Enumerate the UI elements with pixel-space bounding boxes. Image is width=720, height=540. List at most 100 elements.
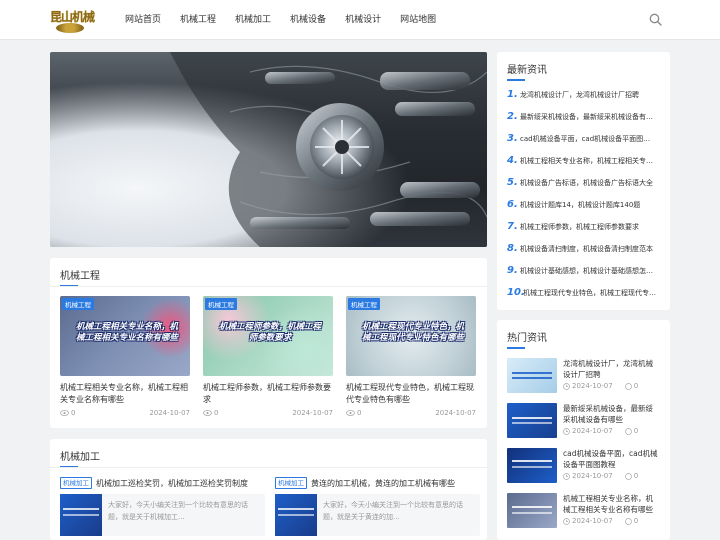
comment-icon	[624, 382, 632, 390]
news-link[interactable]: 机械工程现代专业特色，机械工程现代专业特色有哪些	[523, 288, 657, 298]
hot-article-thumbnail[interactable]	[507, 493, 557, 528]
nav-equipment[interactable]: 机械设备	[290, 13, 326, 27]
article-summary: 大家好，今天小编关注到一个比较有意思的话题，就是关于机械加工...	[108, 501, 248, 521]
hot-article-date: 2024-10-07	[572, 382, 613, 390]
engineering-section: 机械工程 机械工程 机械工程相关专业名称，机械工程相关专业名称有哪些 机械工程相…	[50, 258, 487, 428]
article-title[interactable]: 机械加工巡检奖罚，机械加工巡检奖罚制度	[96, 478, 248, 489]
hero-banner-image[interactable]	[50, 52, 487, 247]
post-card[interactable]: 机械工程 机械工程相关专业名称，机械工程相关专业名称有哪些 机械工程相关专业名称…	[60, 296, 190, 417]
engineering-section-title: 机械工程	[60, 271, 100, 282]
hot-article-thumbnail[interactable]	[507, 403, 557, 438]
site-logo[interactable]: 昆山机械	[50, 6, 95, 34]
processing-article[interactable]: 机械加工 黄连的加工机械，黄连的加工机械有哪些 大家好，今天小编关注到一个比较有…	[275, 477, 480, 536]
hot-article-title[interactable]: 龙湾机械设计厂，龙湾机械设计厂招聘	[563, 358, 660, 380]
news-link[interactable]: 机械设备广告标语，机械设备广告标语大全	[520, 178, 653, 188]
view-count: 0	[71, 409, 76, 417]
post-category-tag[interactable]: 机械工程	[205, 298, 237, 310]
latest-news-widget: 最新资讯 1. 龙湾机械设计厂，龙湾机械设计厂招聘 2. 最新绥采机械设备，最新绥采…	[497, 52, 670, 310]
title-underline	[507, 79, 525, 81]
title-underline	[507, 347, 525, 349]
eye-icon	[346, 410, 355, 416]
hot-news-widget: 热门资讯 龙湾机械设计厂，龙湾机械设计厂招聘 2024-10-07 0 最新绥采…	[497, 320, 670, 540]
news-item[interactable]: 3. cad机械设备平面，cad机械设备平面图教程	[507, 133, 657, 144]
clock-icon	[563, 427, 570, 435]
news-link[interactable]: 机械设计基础感想，机械设计基础感想怎么写	[520, 266, 657, 276]
post-title[interactable]: 机械工程师参数，机械工程师参数要求	[203, 382, 333, 406]
clock-icon	[563, 472, 570, 480]
news-item[interactable]: 1. 龙湾机械设计厂，龙湾机械设计厂招聘	[507, 89, 657, 100]
news-link[interactable]: cad机械设备平面，cad机械设备平面图教程	[520, 134, 657, 144]
nav-engineering[interactable]: 机械工程	[180, 13, 216, 27]
news-link[interactable]: 机械设备清扫制度，机械设备清扫制度范本	[520, 244, 653, 254]
hot-article-title[interactable]: cad机械设备平面，cad机械设备平面图教程	[563, 448, 660, 470]
divider	[50, 467, 487, 468]
post-date: 2024-10-07	[149, 409, 190, 417]
hot-article-date: 2024-10-07	[572, 517, 613, 525]
logo-gear-icon	[56, 23, 84, 33]
article-thumbnail[interactable]	[60, 494, 102, 536]
latest-news-title: 最新资讯	[507, 65, 547, 76]
hot-article-title[interactable]: 机械工程相关专业名称，机械工程相关专业名称有哪些	[563, 493, 660, 515]
news-item[interactable]: 9. 机械设计基础感想，机械设计基础感想怎么写	[507, 265, 657, 276]
post-card[interactable]: 机械工程 机械工程现代专业特色，机械工程现代专业特色有哪些 机械工程现代专业特色…	[346, 296, 476, 417]
thumbnail-caption: 机械工程相关专业名称，机械工程相关专业名称有哪些	[75, 322, 178, 343]
hot-article[interactable]: 龙湾机械设计厂，龙湾机械设计厂招聘 2024-10-07 0	[507, 358, 662, 393]
hot-article[interactable]: 最新绥采机械设备，最新绥采机械设备有哪些 2024-10-07 0	[507, 403, 662, 438]
nav-processing[interactable]: 机械加工	[235, 13, 271, 27]
hot-article-date: 2024-10-07	[572, 427, 613, 435]
article-title[interactable]: 黄连的加工机械，黄连的加工机械有哪些	[311, 478, 455, 489]
nav-sitemap[interactable]: 网站地图	[400, 13, 436, 27]
news-item[interactable]: 10.机械工程现代专业特色，机械工程现代专业特色有哪些	[507, 287, 657, 298]
thumbnail-caption: 机械工程现代专业特色，机械工程现代专业特色有哪些	[361, 322, 464, 343]
processing-section-title: 机械加工	[60, 452, 100, 463]
nav-home[interactable]: 网站首页	[125, 13, 161, 27]
comment-icon	[624, 427, 632, 435]
hot-article[interactable]: cad机械设备平面，cad机械设备平面图教程 2024-10-07 0	[507, 448, 662, 483]
post-title[interactable]: 机械工程相关专业名称，机械工程相关专业名称有哪些	[60, 382, 190, 406]
view-count: 0	[357, 409, 362, 417]
post-date: 2024-10-07	[435, 409, 476, 417]
news-item[interactable]: 4.机械工程相关专业名称，机械工程相关专业名称有哪些	[507, 155, 657, 166]
hot-article-thumbnail[interactable]	[507, 448, 557, 483]
news-link[interactable]: 龙湾机械设计厂，龙湾机械设计厂招聘	[520, 90, 639, 100]
hot-article-thumbnail[interactable]	[507, 358, 557, 393]
news-item[interactable]: 5. 机械设备广告标语，机械设备广告标语大全	[507, 177, 657, 188]
article-category-tag[interactable]: 机械加工	[275, 477, 307, 489]
hot-news-title: 热门资讯	[507, 333, 547, 344]
article-thumbnail[interactable]	[275, 494, 317, 536]
news-link[interactable]: 机械工程相关专业名称，机械工程相关专业名称有哪些	[520, 156, 657, 166]
search-icon[interactable]	[649, 13, 662, 26]
news-link[interactable]: 机械设计题库14，机械设计题库140题	[520, 200, 640, 210]
view-count: 0	[214, 409, 219, 417]
news-link[interactable]: 机械工程师参数，机械工程师参数要求	[520, 222, 639, 232]
post-meta: 0 2024-10-07	[346, 409, 476, 417]
post-title[interactable]: 机械工程现代专业特色，机械工程现代专业特色有哪些	[346, 382, 476, 406]
hot-article[interactable]: 机械工程相关专业名称，机械工程相关专业名称有哪些 2024-10-07 0	[507, 493, 662, 528]
processing-article[interactable]: 机械加工 机械加工巡检奖罚，机械加工巡检奖罚制度 大家好，今天小编关注到一个比较…	[60, 477, 265, 536]
article-category-tag[interactable]: 机械加工	[60, 477, 92, 489]
post-thumbnail[interactable]: 机械工程 机械工程师参数，机械工程师参数要求	[203, 296, 333, 376]
news-item[interactable]: 8. 机械设备清扫制度，机械设备清扫制度范本	[507, 243, 657, 254]
post-category-tag[interactable]: 机械工程	[62, 298, 94, 310]
eye-icon	[60, 410, 69, 416]
post-thumbnail[interactable]: 机械工程 机械工程相关专业名称，机械工程相关专业名称有哪些	[60, 296, 190, 376]
main-nav: 网站首页 机械工程 机械加工 机械设备 机械设计 网站地图	[125, 13, 455, 27]
post-meta: 0 2024-10-07	[203, 409, 333, 417]
clock-icon	[563, 382, 570, 390]
news-link[interactable]: 最新绥采机械设备，最新绥采机械设备有哪些	[520, 112, 657, 122]
post-card[interactable]: 机械工程 机械工程师参数，机械工程师参数要求 机械工程师参数，机械工程师参数要求…	[203, 296, 333, 417]
hot-article-date: 2024-10-07	[572, 472, 613, 480]
nav-design[interactable]: 机械设计	[345, 13, 381, 27]
news-item[interactable]: 7. 机械工程师参数，机械工程师参数要求	[507, 221, 657, 232]
news-item[interactable]: 2. 最新绥采机械设备，最新绥采机械设备有哪些	[507, 111, 657, 122]
post-category-tag[interactable]: 机械工程	[348, 298, 380, 310]
site-header: 昆山机械 网站首页 机械工程 机械加工 机械设备 机械设计 网站地图	[0, 0, 720, 40]
engine-illustration	[170, 52, 487, 247]
divider	[50, 286, 487, 287]
hot-article-comments: 0	[633, 382, 639, 390]
hot-article-title[interactable]: 最新绥采机械设备，最新绥采机械设备有哪些	[563, 403, 660, 425]
post-thumbnail[interactable]: 机械工程 机械工程现代专业特色，机械工程现代专业特色有哪些	[346, 296, 476, 376]
news-item[interactable]: 6. 机械设计题库14，机械设计题库140题	[507, 199, 657, 210]
comment-icon	[624, 517, 632, 525]
post-meta: 0 2024-10-07	[60, 409, 190, 417]
